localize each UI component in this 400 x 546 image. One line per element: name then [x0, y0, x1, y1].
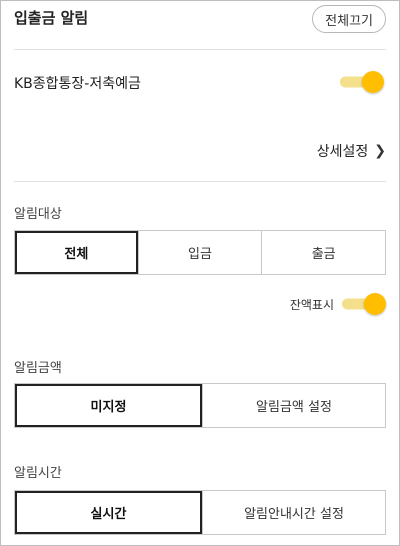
header: 입출금 알림 전체끄기	[14, 1, 386, 49]
target-option-deposit[interactable]: 입금	[137, 231, 262, 274]
amount-option-unspecified[interactable]: 미지정	[15, 384, 202, 427]
target-option-withdrawal[interactable]: 출금	[261, 231, 385, 274]
section-divider	[14, 181, 386, 182]
target-segmented-control: 전체 입금 출금	[14, 230, 386, 275]
detail-settings-label: 상세설정	[316, 144, 369, 160]
header-divider	[14, 49, 386, 50]
amount-option-set-amount[interactable]: 알림금액 설정	[202, 384, 385, 427]
amount-section-label: 알림금액	[14, 361, 62, 376]
amount-segmented-control: 미지정 알림금액 설정	[14, 383, 386, 428]
balance-display-row: 잔액표시	[290, 291, 386, 317]
account-name: KB종합통장-저축예금	[14, 76, 141, 92]
toggle-knob	[362, 71, 384, 93]
chevron-right-icon: ❯	[374, 143, 386, 159]
detail-settings-link[interactable]: 상세설정 ❯	[317, 141, 386, 161]
target-option-all[interactable]: 전체	[15, 231, 138, 274]
page-title: 입출금 알림	[14, 9, 89, 27]
time-segmented-control: 실시간 알림안내시간 설정	[14, 490, 386, 535]
time-section-label: 알림시간	[14, 466, 62, 481]
balance-display-label: 잔액표시	[289, 297, 334, 312]
account-row: KB종합통장-저축예금	[14, 65, 386, 99]
time-option-set-time[interactable]: 알림안내시간 설정	[202, 491, 385, 534]
time-option-realtime[interactable]: 실시간	[15, 491, 202, 534]
balance-display-toggle[interactable]	[342, 293, 386, 315]
all-off-button[interactable]: 전체끄기	[312, 5, 386, 33]
target-section-label: 알림대상	[14, 207, 62, 222]
toggle-knob	[364, 293, 386, 315]
account-notification-toggle[interactable]	[340, 71, 384, 93]
notification-settings-panel: 입출금 알림 전체끄기 KB종합통장-저축예금 상세설정 ❯ 알림대상 전체 입…	[0, 0, 400, 546]
